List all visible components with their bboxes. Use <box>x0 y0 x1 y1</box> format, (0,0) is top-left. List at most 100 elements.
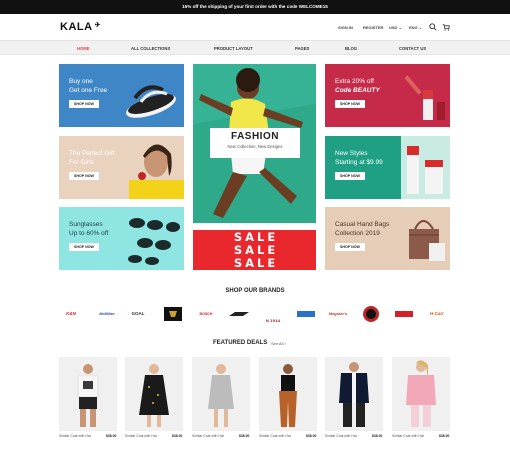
brand-logo-kn[interactable]: K&N <box>57 305 85 323</box>
color-swatches <box>325 441 343 445</box>
nav-home[interactable]: HOME <box>77 41 90 56</box>
product-image[interactable] <box>125 357 183 431</box>
product-image[interactable] <box>392 357 450 431</box>
brands-section-title: SHOP OUR BRANDS <box>225 288 285 294</box>
color-swatches <box>125 441 143 445</box>
brand-round-icon <box>363 306 379 322</box>
title-line-1: Casual Hand Bags <box>335 221 390 228</box>
color-swatches <box>392 441 410 445</box>
sale-word: SALE <box>233 243 279 257</box>
chevron-down-icon: ⌄ <box>398 25 402 30</box>
banner-extra-20[interactable]: Extra 20% off Code BEAUTY SHOP NOW <box>325 64 450 127</box>
sandal-image <box>126 85 176 118</box>
product-name[interactable]: Similar Coat with Hat <box>125 434 157 438</box>
brand-logo-blue[interactable] <box>295 305 317 323</box>
language-select[interactable]: ENG ⌄ <box>409 25 422 30</box>
product-photo <box>259 357 317 431</box>
banner-buy-one[interactable]: Buy one Get one Free SHOP NOW <box>59 64 184 127</box>
banner-buy-one-title: Buy one Get one Free <box>69 78 107 95</box>
shop-now-button[interactable]: SHOP NOW <box>69 100 99 108</box>
title-line-2: Get one Free <box>69 86 108 94</box>
product-image[interactable] <box>192 357 250 431</box>
cart-icon[interactable] <box>442 23 450 33</box>
handbag-image <box>409 220 445 261</box>
girl-image <box>129 144 184 199</box>
banner-sale[interactable]: SALE SALE SALE <box>193 230 316 270</box>
banner-new-styles[interactable]: New Styles Starting at $9.99 SHOP NOW <box>325 136 450 199</box>
title-line-1: Buy one <box>69 78 93 85</box>
color-swatches <box>59 441 77 445</box>
product-price: $38.00 <box>439 434 450 438</box>
shop-now-button[interactable]: SHOP NOW <box>335 172 365 180</box>
logo-mark-icon: ✈ <box>94 22 101 29</box>
brand-logo-mcmillan[interactable]: McMillan <box>92 305 122 323</box>
product-name[interactable]: Similar Coat with Hat <box>59 434 91 438</box>
brand-logo-red[interactable] <box>393 305 415 323</box>
product-photo <box>59 357 117 431</box>
sunglasses-image <box>128 218 180 265</box>
brand-logo-meguiars[interactable]: Meguiar's <box>325 305 351 323</box>
lipstick-image <box>404 75 445 120</box>
nav-product-layout[interactable]: PRODUCT LAYOUT <box>214 41 253 56</box>
logo[interactable]: KALA ✈ <box>60 21 101 33</box>
product-image[interactable] <box>259 357 317 431</box>
brand-logo-stripe[interactable] <box>226 305 252 323</box>
currency-label: USD <box>389 25 398 30</box>
product-name[interactable]: Similar Coat with Hat <box>392 434 424 438</box>
title-line-2: For Girls <box>69 158 94 166</box>
sale-word: SALE <box>233 256 279 270</box>
fashion-title: FASHION <box>231 131 279 142</box>
banner-hand-bags[interactable]: Casual Hand Bags Collection 2019 SHOP NOW <box>325 207 450 270</box>
header: KALA ✈ SIGN IN REGISTER USD ⌄ ENG ⌄ <box>0 14 510 40</box>
brand-logo-hcarr[interactable]: H.Carr <box>424 305 450 323</box>
nav-contact-us[interactable]: CONTACT US <box>399 41 426 56</box>
product-photo <box>392 357 450 431</box>
nav-blog[interactable]: BLOG <box>345 41 357 56</box>
product-price: $38.00 <box>172 434 183 438</box>
banner-perfect-gift[interactable]: The Perfect Gift For Girls SHOP NOW <box>59 136 184 199</box>
brand-blue-icon <box>297 311 315 317</box>
search-icon[interactable] <box>429 23 437 33</box>
color-swatches <box>192 441 210 445</box>
product-name[interactable]: Similar Coat with Hat <box>192 434 224 438</box>
shop-now-button[interactable]: SHOP NOW <box>69 243 99 251</box>
title-line-1: The Perfect Gift <box>69 150 115 157</box>
title-line-2: Collection 2019 <box>335 229 380 237</box>
brand-logo-n1914[interactable]: N 1914 <box>261 303 285 323</box>
product-name[interactable]: Similar Coat with Hat <box>325 434 357 438</box>
brand-red-icon <box>395 311 413 317</box>
nav-all-collections[interactable]: ALL COLLECTIONS <box>131 41 170 56</box>
see-all-link[interactable]: See All › <box>271 341 286 346</box>
product-price: $38.00 <box>239 434 250 438</box>
shield-icon <box>164 307 182 321</box>
register-link[interactable]: REGISTER <box>363 25 383 30</box>
banner-sunglasses[interactable]: Sunglasses Up to 60% off SHOP NOW <box>59 207 184 270</box>
featured-title: FEATURED DEALS <box>213 340 268 346</box>
promo-bar: 15% off the shipping of your first order… <box>0 0 510 14</box>
brand-logo-bosch[interactable]: BOSCH <box>193 305 219 323</box>
shop-now-button[interactable]: SHOP NOW <box>335 243 365 251</box>
banner-new-styles-title: New Styles Starting at $9.99 <box>335 150 383 167</box>
brand-logo-goal[interactable]: GOAL <box>125 305 151 323</box>
brand-logo-round[interactable] <box>360 305 382 323</box>
title-line-2: Starting at $9.99 <box>335 158 383 166</box>
main-nav: HOME ALL COLLECTIONS PRODUCT LAYOUT PAGE… <box>0 40 510 55</box>
shop-now-button[interactable]: SHOP NOW <box>69 172 99 180</box>
brand-n-letter: N 1914 <box>265 319 281 323</box>
logo-text: KALA <box>60 21 93 33</box>
currency-select[interactable]: USD ⌄ <box>389 25 402 30</box>
product-name[interactable]: Similar Coat with Hat <box>259 434 291 438</box>
product-image[interactable] <box>59 357 117 431</box>
title-line-2: Code BEAUTY <box>335 86 380 94</box>
color-swatches <box>259 441 277 445</box>
see-all-label: See All <box>271 341 284 346</box>
brand-logo-shield[interactable] <box>162 305 184 323</box>
nav-pages[interactable]: PAGES <box>295 41 309 56</box>
banner-hand-bags-title: Casual Hand Bags Collection 2019 <box>335 221 389 238</box>
sign-in-link[interactable]: SIGN IN <box>338 25 353 30</box>
title-line-1: Sunglasses <box>69 221 103 228</box>
fashion-caption: FASHION New Collection, New Designs <box>210 128 300 158</box>
shop-now-button[interactable]: SHOP NOW <box>335 100 365 108</box>
language-label: ENG <box>409 25 418 30</box>
product-image[interactable] <box>325 357 383 431</box>
